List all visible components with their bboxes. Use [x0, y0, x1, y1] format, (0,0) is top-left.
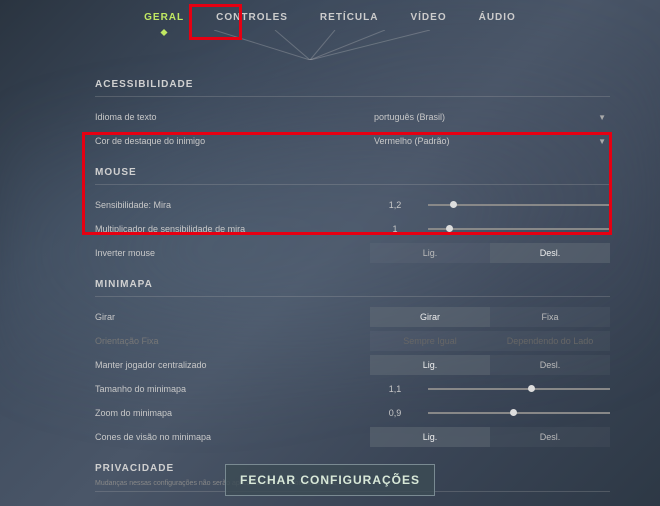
- divider: [95, 96, 610, 97]
- fixed-orientation-toggle: Sempre Igual Dependendo do Lado: [370, 331, 610, 351]
- tab-reticula[interactable]: RETÍCULA: [314, 8, 385, 27]
- keep-centered-off[interactable]: Desl.: [490, 355, 610, 375]
- minimap-size-value[interactable]: 1,1: [370, 384, 420, 394]
- minimap-size-label: Tamanho do minimapa: [95, 384, 370, 394]
- section-minimap-title: MINIMAPA: [95, 273, 610, 290]
- enemy-color-dropdown[interactable]: Vermelho (Padrão) ▼: [370, 131, 610, 151]
- vision-cones-off[interactable]: Desl.: [490, 427, 610, 447]
- slider-thumb[interactable]: [528, 385, 535, 392]
- text-language-label: Idioma de texto: [95, 112, 370, 122]
- sensitivity-slider[interactable]: [428, 204, 610, 206]
- tabs-bar: GERAL CONTROLES RETÍCULA VÍDEO ÁUDIO: [0, 0, 660, 41]
- vision-cones-label: Cones de visão no minimapa: [95, 432, 370, 442]
- tab-audio[interactable]: ÁUDIO: [473, 8, 522, 27]
- enemy-color-value: Vermelho (Padrão): [374, 136, 450, 146]
- rotate-opt-a[interactable]: Girar: [370, 307, 490, 327]
- settings-content: ACESSIBILIDADE Idioma de texto português…: [0, 41, 660, 492]
- sensitivity-label: Sensibilidade: Mira: [95, 200, 370, 210]
- chevron-down-icon: ▼: [598, 113, 606, 122]
- keep-centered-on[interactable]: Lig.: [370, 355, 490, 375]
- fixed-orientation-label: Orientação Fixa: [95, 336, 370, 346]
- rotate-label: Girar: [95, 312, 370, 322]
- invert-mouse-off[interactable]: Desl.: [490, 243, 610, 263]
- section-mouse-title: MOUSE: [95, 161, 610, 178]
- invert-mouse-toggle: Lig. Desl.: [370, 243, 610, 263]
- scope-multiplier-slider[interactable]: [428, 228, 610, 230]
- tab-geral[interactable]: GERAL: [138, 8, 190, 27]
- scope-multiplier-value[interactable]: 1: [370, 224, 420, 234]
- orient-opt-a: Sempre Igual: [370, 331, 490, 351]
- slider-thumb[interactable]: [450, 201, 457, 208]
- minimap-zoom-value[interactable]: 0,9: [370, 408, 420, 418]
- tab-video[interactable]: VÍDEO: [404, 8, 452, 27]
- slider-thumb[interactable]: [510, 409, 517, 416]
- vision-cones-toggle: Lig. Desl.: [370, 427, 610, 447]
- sensitivity-value[interactable]: 1,2: [370, 200, 420, 210]
- vision-cones-on[interactable]: Lig.: [370, 427, 490, 447]
- minimap-size-slider[interactable]: [428, 388, 610, 390]
- orient-opt-b: Dependendo do Lado: [490, 331, 610, 351]
- chevron-down-icon: ▼: [598, 137, 606, 146]
- rotate-opt-b[interactable]: Fixa: [490, 307, 610, 327]
- keep-centered-toggle: Lig. Desl.: [370, 355, 610, 375]
- rotate-toggle: Girar Fixa: [370, 307, 610, 327]
- minimap-zoom-label: Zoom do minimapa: [95, 408, 370, 418]
- invert-mouse-on[interactable]: Lig.: [370, 243, 490, 263]
- text-language-value: português (Brasil): [374, 112, 445, 122]
- divider: [95, 184, 610, 185]
- text-language-dropdown[interactable]: português (Brasil) ▼: [370, 107, 610, 127]
- enemy-color-label: Cor de destaque do inimigo: [95, 136, 370, 146]
- minimap-zoom-slider[interactable]: [428, 412, 610, 414]
- scope-multiplier-label: Multiplicador de sensibilidade de mira: [95, 224, 370, 234]
- section-accessibility-title: ACESSIBILIDADE: [95, 73, 610, 90]
- tab-controles[interactable]: CONTROLES: [210, 8, 294, 27]
- divider: [95, 296, 610, 297]
- close-settings-button[interactable]: FECHAR CONFIGURAÇÕES: [225, 464, 435, 496]
- slider-thumb[interactable]: [446, 225, 453, 232]
- invert-mouse-label: Inverter mouse: [95, 248, 370, 258]
- keep-centered-label: Manter jogador centralizado: [95, 360, 370, 370]
